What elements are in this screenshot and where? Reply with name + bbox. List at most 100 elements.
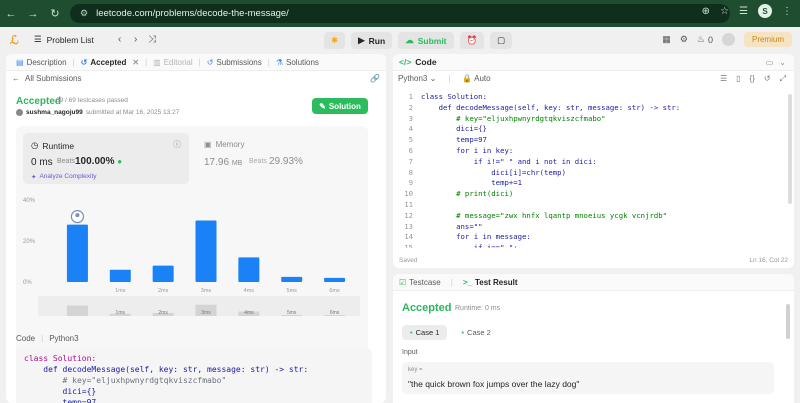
runtime-card[interactable]: ◷ Runtime ⓘ 0 ms Beats 100.00% ● ✦ Analyze… [23,133,189,184]
code-line[interactable]: 4 dici={} [393,124,794,135]
code-line[interactable]: 10 # print(dici) [393,189,794,200]
profile-avatar[interactable]: S [758,4,772,18]
reset-icon[interactable]: ↺ [764,74,771,84]
case-1-tab[interactable]: • Case 1 [402,325,448,340]
username[interactable]: sushma_nagoju99 [26,109,83,116]
leetcode-logo-icon[interactable]: ℒ [10,33,22,47]
debug-button[interactable]: ✱ [324,32,346,49]
green-badge-icon: ● [117,157,123,166]
fullscreen-icon[interactable]: ⤢ [780,74,786,84]
line-text: dici[i]=chr(temp) [421,167,566,177]
code-line[interactable]: 1 class Solution: [393,92,794,103]
code-line[interactable]: 9 temp+=1 [393,178,794,189]
info-icon[interactable]: ⓘ [173,139,181,150]
site-settings-icon[interactable]: ⚙ [80,8,88,19]
right-actions: ▦ ⚙ ♨ 0 Premium [662,32,792,47]
menu-icon[interactable]: ⋮ [782,6,792,17]
chart-bar-5ms[interactable] [281,276,303,282]
code-line[interactable]: 15 if i==" ": [393,243,794,248]
list-icon: ☰ [34,34,42,44]
next-problem-icon[interactable]: › [134,34,137,45]
chart-bar-3ms[interactable] [195,220,217,283]
case-label: Case 1 [415,328,440,337]
code-line[interactable]: 6 for i in key: [393,146,794,157]
tab-solutions[interactable]: ⚗ Solutions [270,54,325,71]
tab-submissions[interactable]: ↺ Submissions [201,54,268,71]
tab-testcase[interactable]: ☑ Testcase [399,278,441,287]
code-line[interactable]: 7 if i!=" " and i not in dici: [393,157,794,168]
code-editor[interactable]: 1 class Solution: 2 def decodeMessage(self… [393,92,794,248]
navigator-label: 5ms [287,310,297,316]
code-line[interactable]: 3 # key="eljuxhpwnyrdgtqkviszcfmabo" [393,114,794,125]
language-select[interactable]: Python3 ⌄ [398,74,436,83]
line-text: # print(dici) [421,189,514,199]
navigator-bar [66,305,88,316]
forward-arrow-icon[interactable]: → [22,8,44,20]
line-text: ans="" [421,221,483,231]
code-line[interactable]: 14 for i in message: [393,232,794,243]
code-preview-line: # key="eljuxhpwnyrdgtqkviszcfmabo" [24,376,227,385]
all-submissions-link[interactable]: ← All Submissions [12,74,81,83]
chart-bar-0ms[interactable] [66,224,88,282]
code-line[interactable]: 11 [393,200,794,211]
premium-button[interactable]: Premium [743,32,792,47]
submitted-time: submitted at Mar 16, 2025 13:27 [85,109,180,116]
extensions-icon[interactable]: ☰ [739,6,748,17]
memory-tab[interactable]: ▣ Memory [204,140,244,149]
editor-tools: ☰ ▯ {} ↺ ⤢ [720,74,786,84]
user-avatar[interactable] [721,33,735,46]
format-icon[interactable]: ☰ [720,74,727,84]
tab-editorial[interactable]: ▥ Editorial [147,54,198,71]
bookmark-star-icon[interactable]: ☆ [720,6,729,17]
shuffle-icon[interactable]: ⤨ [148,34,156,45]
saved-status: Saved [399,256,418,264]
fire-icon[interactable]: ♨ [697,34,705,45]
test-scrollbar[interactable] [786,304,790,339]
x-tick-label: 1ms [115,288,126,294]
settings-gear-icon[interactable]: ⚙ [680,34,688,45]
tab-test-result[interactable]: >_ Test Result [463,278,518,287]
code-line[interactable]: 2 def decodeMessage(self, key: str, mess… [393,103,794,114]
code-line[interactable]: 5 temp=97 [393,135,794,146]
back-arrow-icon[interactable]: ← [0,8,22,20]
notes-button[interactable]: ▢ [490,32,513,49]
link-icon[interactable]: 🔗 [370,74,380,83]
test-tabs: ☑ Testcase | >_ Test Result [393,274,794,291]
runtime-value: 0 ms [31,157,53,168]
analyze-complexity-link[interactable]: ✦ Analyze Complexity [31,173,97,181]
runtime-beats-value: 100.00% [75,156,115,167]
close-tab-icon[interactable]: ✕ [132,58,139,67]
line-number: 8 [408,167,413,177]
editor-scrollbar[interactable] [788,94,792,204]
chart-bar-4ms[interactable] [238,257,260,282]
run-button[interactable]: ▶ Run [351,32,393,49]
submit-button[interactable]: ☁ Submit [398,32,454,49]
problem-list-button[interactable]: ☰ Problem List [34,34,94,45]
prev-problem-icon[interactable]: ‹ [118,34,121,45]
tab-description[interactable]: ▤ Description [10,54,73,71]
code-line[interactable]: 12 # message="zwx hnfx lqantp mnoeius yc… [393,211,794,222]
tab-accepted[interactable]: ↺ Accepted ✕ [75,54,145,71]
reload-icon[interactable]: ↻ [44,7,66,20]
auto-mode[interactable]: 🔒 Auto [462,74,490,83]
chart-bar-6ms[interactable] [324,277,346,282]
chart-bar-1ms[interactable] [109,269,131,282]
line-text: for i in key: [421,145,514,155]
timer-button[interactable]: ⏰ [459,32,485,49]
chart-bar-2ms[interactable] [152,265,174,282]
zoom-icon[interactable]: ⊕ [702,6,710,17]
solution-button[interactable]: ✎ Solution [312,98,368,114]
submit-label: Submit [417,35,447,46]
bookmark-icon[interactable]: ▯ [736,74,740,84]
braces-icon[interactable]: {} [750,74,755,84]
back-arrow-icon: ← [12,74,20,83]
layout-icon[interactable]: ▦ [662,34,671,45]
address-bar[interactable]: ⚙ leetcode.com/problems/decode-the-messa… [70,4,730,23]
code-line[interactable]: 13 ans="" [393,222,794,233]
code-line[interactable]: 8 dici[i]=chr(temp) [393,168,794,179]
line-number: 5 [408,135,413,145]
maximize-icon[interactable]: ▭ [766,58,774,67]
line-number: 12 [404,210,413,220]
case-2-tab[interactable]: • Case 2 [453,325,498,340]
chevron-down-icon[interactable]: ⌄ [779,58,786,67]
